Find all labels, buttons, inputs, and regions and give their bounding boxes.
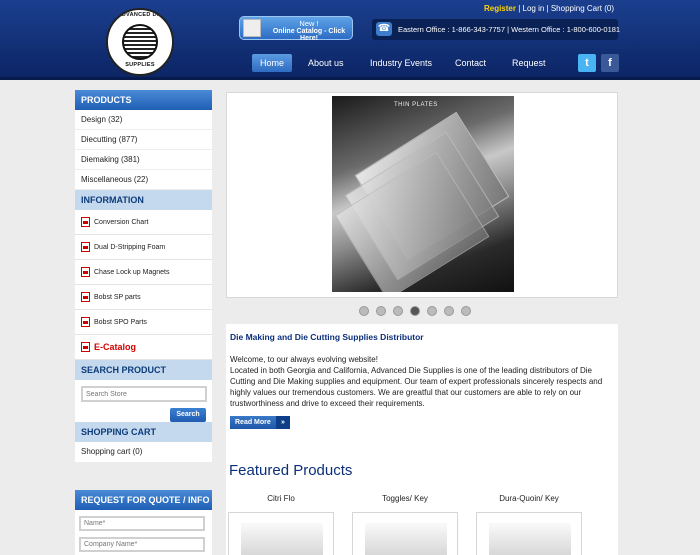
quote-section: REQUEST FOR QUOTE / INFO: [75, 490, 212, 555]
nav-home[interactable]: Home: [252, 54, 293, 72]
read-more-button[interactable]: Read More »: [230, 416, 290, 429]
info-label: Conversion Chart: [94, 218, 149, 226]
category-design[interactable]: Design (32): [75, 110, 212, 130]
category-diecutting[interactable]: Diecutting (877): [75, 130, 212, 150]
nav-request[interactable]: Request: [504, 54, 554, 72]
info-label: Dual D-Stripping Foam: [94, 243, 166, 251]
pdf-icon: [81, 267, 90, 277]
product-name-toggles-key[interactable]: Toggles/ Key: [352, 494, 458, 503]
search-section: SEARCH PRODUCT Search: [75, 360, 212, 422]
company-logo[interactable]: ADVANCED DIE SUPPLIES: [106, 8, 174, 76]
logo-top-text: ADVANCED DIE: [117, 12, 163, 18]
site-header: ADVANCED DIE SUPPLIES New ! Online Catal…: [0, 0, 700, 80]
catalog-thumbnail-icon: [243, 19, 261, 37]
information-heading: INFORMATION: [75, 190, 212, 210]
nav-contact[interactable]: Contact: [447, 54, 494, 72]
nav-industry-events[interactable]: Industry Events: [362, 54, 440, 72]
double-chevron-icon: »: [276, 416, 290, 429]
content-title: Die Making and Die Cutting Supplies Dist…: [230, 332, 424, 342]
content-body: Welcome, to our always evolving website!…: [230, 354, 612, 409]
product-image: [241, 523, 323, 555]
cart-summary[interactable]: Shopping cart (0): [75, 442, 212, 462]
slider-dot-7[interactable]: [461, 306, 471, 316]
pdf-icon: [81, 292, 90, 302]
nav-about-us[interactable]: About us: [300, 54, 352, 72]
phone-icon: ☎: [376, 22, 392, 36]
featured-products-heading: Featured Products: [229, 462, 353, 479]
info-e-catalog[interactable]: E-Catalog: [75, 335, 212, 360]
info-conversion-chart[interactable]: Conversion Chart: [75, 210, 212, 235]
pdf-icon: [81, 242, 90, 252]
info-dual-d-stripping-foam[interactable]: Dual D-Stripping Foam: [75, 235, 212, 260]
office-phone-numbers: Eastern Office : 1-866-343-7757 | Wester…: [398, 25, 621, 34]
slide-caption: THIN PLATES: [394, 102, 438, 108]
product-name-citri-flo[interactable]: Citri Flo: [228, 494, 334, 503]
product-card[interactable]: [352, 512, 458, 555]
slider-dot-4[interactable]: [410, 306, 420, 316]
product-card[interactable]: [476, 512, 582, 555]
search-heading: SEARCH PRODUCT: [75, 360, 212, 380]
pdf-icon: [81, 217, 90, 227]
globe-icon: [122, 24, 158, 60]
login-link[interactable]: Log in: [523, 4, 545, 13]
pdf-icon: [81, 317, 90, 327]
quote-name-field[interactable]: [79, 516, 205, 531]
twitter-icon[interactable]: t: [578, 54, 596, 72]
products-heading: PRODUCTS: [75, 90, 212, 110]
search-input[interactable]: [81, 386, 207, 402]
office-phone-box: ☎ Eastern Office : 1-866-343-7757 | West…: [372, 19, 621, 40]
cart-heading: SHOPPING CART: [75, 422, 212, 442]
read-more-label: Read More: [235, 419, 271, 426]
pdf-icon: [81, 342, 90, 352]
register-link[interactable]: Register: [484, 4, 516, 13]
product-card[interactable]: [228, 512, 334, 555]
quote-company-field[interactable]: [79, 537, 205, 552]
product-image: [365, 523, 447, 555]
slider-dot-6[interactable]: [444, 306, 454, 316]
cart-section: SHOPPING CART Shopping cart (0): [75, 422, 212, 462]
category-diemaking[interactable]: Diemaking (381): [75, 150, 212, 170]
logo-bottom-text: SUPPLIES: [125, 62, 155, 68]
quote-heading: REQUEST FOR QUOTE / INFO: [75, 490, 212, 510]
shopping-cart-link[interactable]: Shopping Cart (0): [551, 4, 614, 13]
information-section: INFORMATION Conversion Chart Dual D-Stri…: [75, 190, 212, 360]
online-catalog-button[interactable]: New ! Online Catalog - Click Here!: [239, 16, 353, 42]
catalog-button-label: Online Catalog - Click Here!: [272, 28, 346, 42]
slider-dot-1[interactable]: [359, 306, 369, 316]
sidebar: PRODUCTS Design (32) Diecutting (877) Di…: [75, 90, 212, 462]
slider-dot-5[interactable]: [427, 306, 437, 316]
intro-paragraph: Located in both Georgia and California, …: [230, 366, 603, 408]
slider-dot-2[interactable]: [376, 306, 386, 316]
info-chase-lock-up-magnets[interactable]: Chase Lock up Magnets: [75, 260, 212, 285]
category-miscellaneous[interactable]: Miscellaneous (22): [75, 170, 212, 190]
slider-dot-3[interactable]: [393, 306, 403, 316]
info-label: Chase Lock up Magnets: [94, 268, 170, 276]
welcome-text: Welcome, to our always evolving website!: [230, 355, 378, 364]
main-content: Die Making and Die Cutting Supplies Dist…: [226, 324, 618, 555]
facebook-icon[interactable]: f: [601, 54, 619, 72]
catalog-button-new: New !: [299, 19, 319, 28]
product-name-dura-quoin-key[interactable]: Dura-Quoin/ Key: [476, 494, 582, 503]
products-section: PRODUCTS Design (32) Diecutting (877) Di…: [75, 90, 212, 190]
info-label: Bobst SPO Parts: [94, 318, 147, 326]
slide-image-thin-plates[interactable]: THIN PLATES: [332, 96, 514, 292]
product-image: [489, 523, 571, 555]
search-button[interactable]: Search: [170, 408, 206, 422]
account-links: Register | Log in | Shopping Cart (0): [484, 4, 614, 13]
info-label: Bobst SP parts: [94, 293, 141, 301]
info-bobst-sp-parts[interactable]: Bobst SP parts: [75, 285, 212, 310]
info-label: E-Catalog: [94, 341, 137, 352]
info-bobst-spo-parts[interactable]: Bobst SPO Parts: [75, 310, 212, 335]
image-slider: THIN PLATES: [226, 92, 618, 298]
